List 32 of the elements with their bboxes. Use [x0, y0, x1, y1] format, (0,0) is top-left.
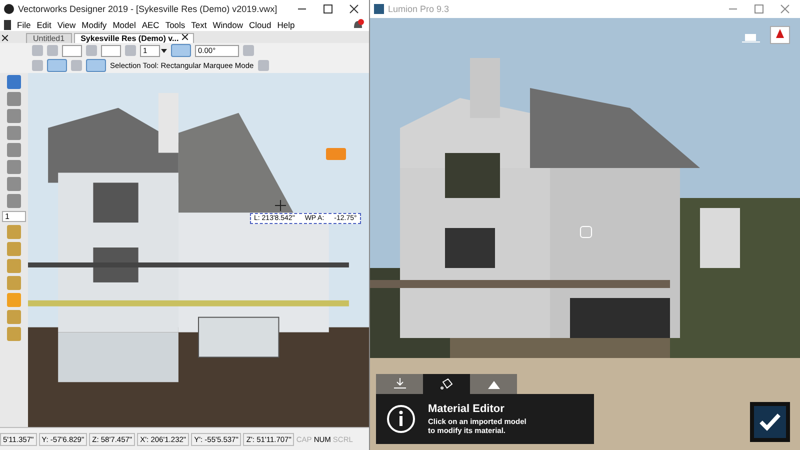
info-icon: [386, 404, 416, 434]
dropdown[interactable]: [62, 44, 82, 56]
mountain-tab-icon[interactable]: [470, 374, 517, 394]
app-logo-icon: [4, 4, 14, 14]
window-title: Vectorworks Designer 2019 - [Sykesville Res (Demo) v2019.vwx]: [18, 4, 278, 14]
menu-item[interactable]: Window: [212, 20, 243, 30]
menu-item[interactable]: Cloud: [249, 20, 272, 30]
download-tab-icon[interactable]: [376, 374, 423, 394]
app-logo-icon: [374, 4, 384, 14]
menu-item[interactable]: Model: [112, 20, 136, 30]
menu-item[interactable]: File: [17, 20, 31, 30]
menu-item[interactable]: View: [57, 20, 76, 30]
document-icon: [4, 20, 11, 30]
menu-item[interactable]: Help: [277, 20, 295, 30]
menu-item[interactable]: AEC: [142, 20, 160, 30]
document-tab[interactable]: Sykesville Res (Demo) v...: [74, 33, 194, 43]
checkmark-icon: [759, 413, 781, 431]
menu-item[interactable]: Modify: [82, 20, 107, 30]
document-tab[interactable]: Untitled1: [26, 33, 72, 43]
menu-item[interactable]: Edit: [36, 20, 52, 30]
window-title: Lumion Pro 9.3: [388, 4, 450, 14]
paint-bucket-tab-icon[interactable]: [423, 374, 470, 394]
menu-item[interactable]: Tools: [165, 20, 186, 30]
menu-item[interactable]: Text: [191, 20, 207, 30]
dropdown[interactable]: [101, 44, 121, 56]
caret-icon[interactable]: [161, 48, 167, 52]
close-icon[interactable]: [182, 34, 188, 40]
move-cursor-icon: [275, 198, 286, 209]
palette-header: 1: [2, 211, 26, 222]
panel-title: Material Editor: [428, 402, 506, 415]
focus-cursor-icon: [580, 226, 592, 238]
confirm-button[interactable]: [750, 402, 790, 442]
